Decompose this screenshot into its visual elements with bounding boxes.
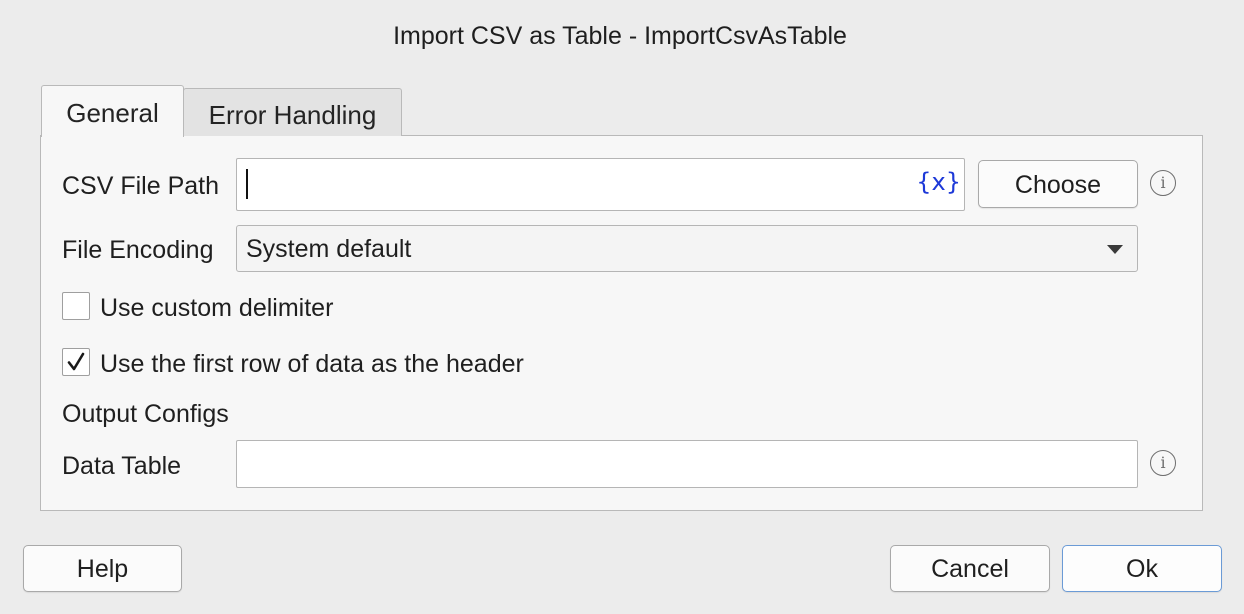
file-encoding-value: System default	[246, 235, 412, 263]
file-encoding-label: File Encoding	[62, 236, 214, 264]
chevron-down-icon	[1107, 245, 1123, 254]
output-configs-heading: Output Configs	[62, 400, 229, 428]
file-encoding-select[interactable]: System default	[236, 225, 1138, 272]
choose-button[interactable]: Choose	[978, 160, 1138, 208]
csv-file-path-input[interactable]: {x}	[236, 158, 965, 211]
tab-error-handling[interactable]: Error Handling	[183, 88, 402, 136]
data-table-label: Data Table	[62, 452, 182, 480]
data-table-input[interactable]	[236, 440, 1138, 488]
dialog-title: Import CSV as Table - ImportCsvAsTable	[393, 22, 847, 50]
first-row-header-checkbox[interactable]	[62, 348, 90, 376]
custom-delimiter-checkbox[interactable]	[62, 292, 90, 320]
help-button[interactable]: Help	[23, 545, 182, 592]
variable-icon[interactable]: {x}	[916, 168, 961, 196]
checkmark-icon	[67, 352, 85, 371]
first-row-header-label[interactable]: Use the first row of data as the header	[100, 350, 524, 379]
csv-file-path-label: CSV File Path	[62, 172, 220, 200]
text-caret	[246, 169, 248, 199]
cancel-button[interactable]: Cancel	[890, 545, 1050, 592]
ok-button[interactable]: Ok	[1062, 545, 1222, 592]
tab-general[interactable]: General	[41, 85, 184, 137]
csv-file-path-info-icon[interactable]: i	[1150, 170, 1176, 196]
data-table-info-icon[interactable]: i	[1150, 450, 1176, 476]
custom-delimiter-label[interactable]: Use custom delimiter	[100, 294, 333, 323]
import-csv-dialog: Import CSV as Table - ImportCsvAsTable G…	[0, 0, 1244, 614]
